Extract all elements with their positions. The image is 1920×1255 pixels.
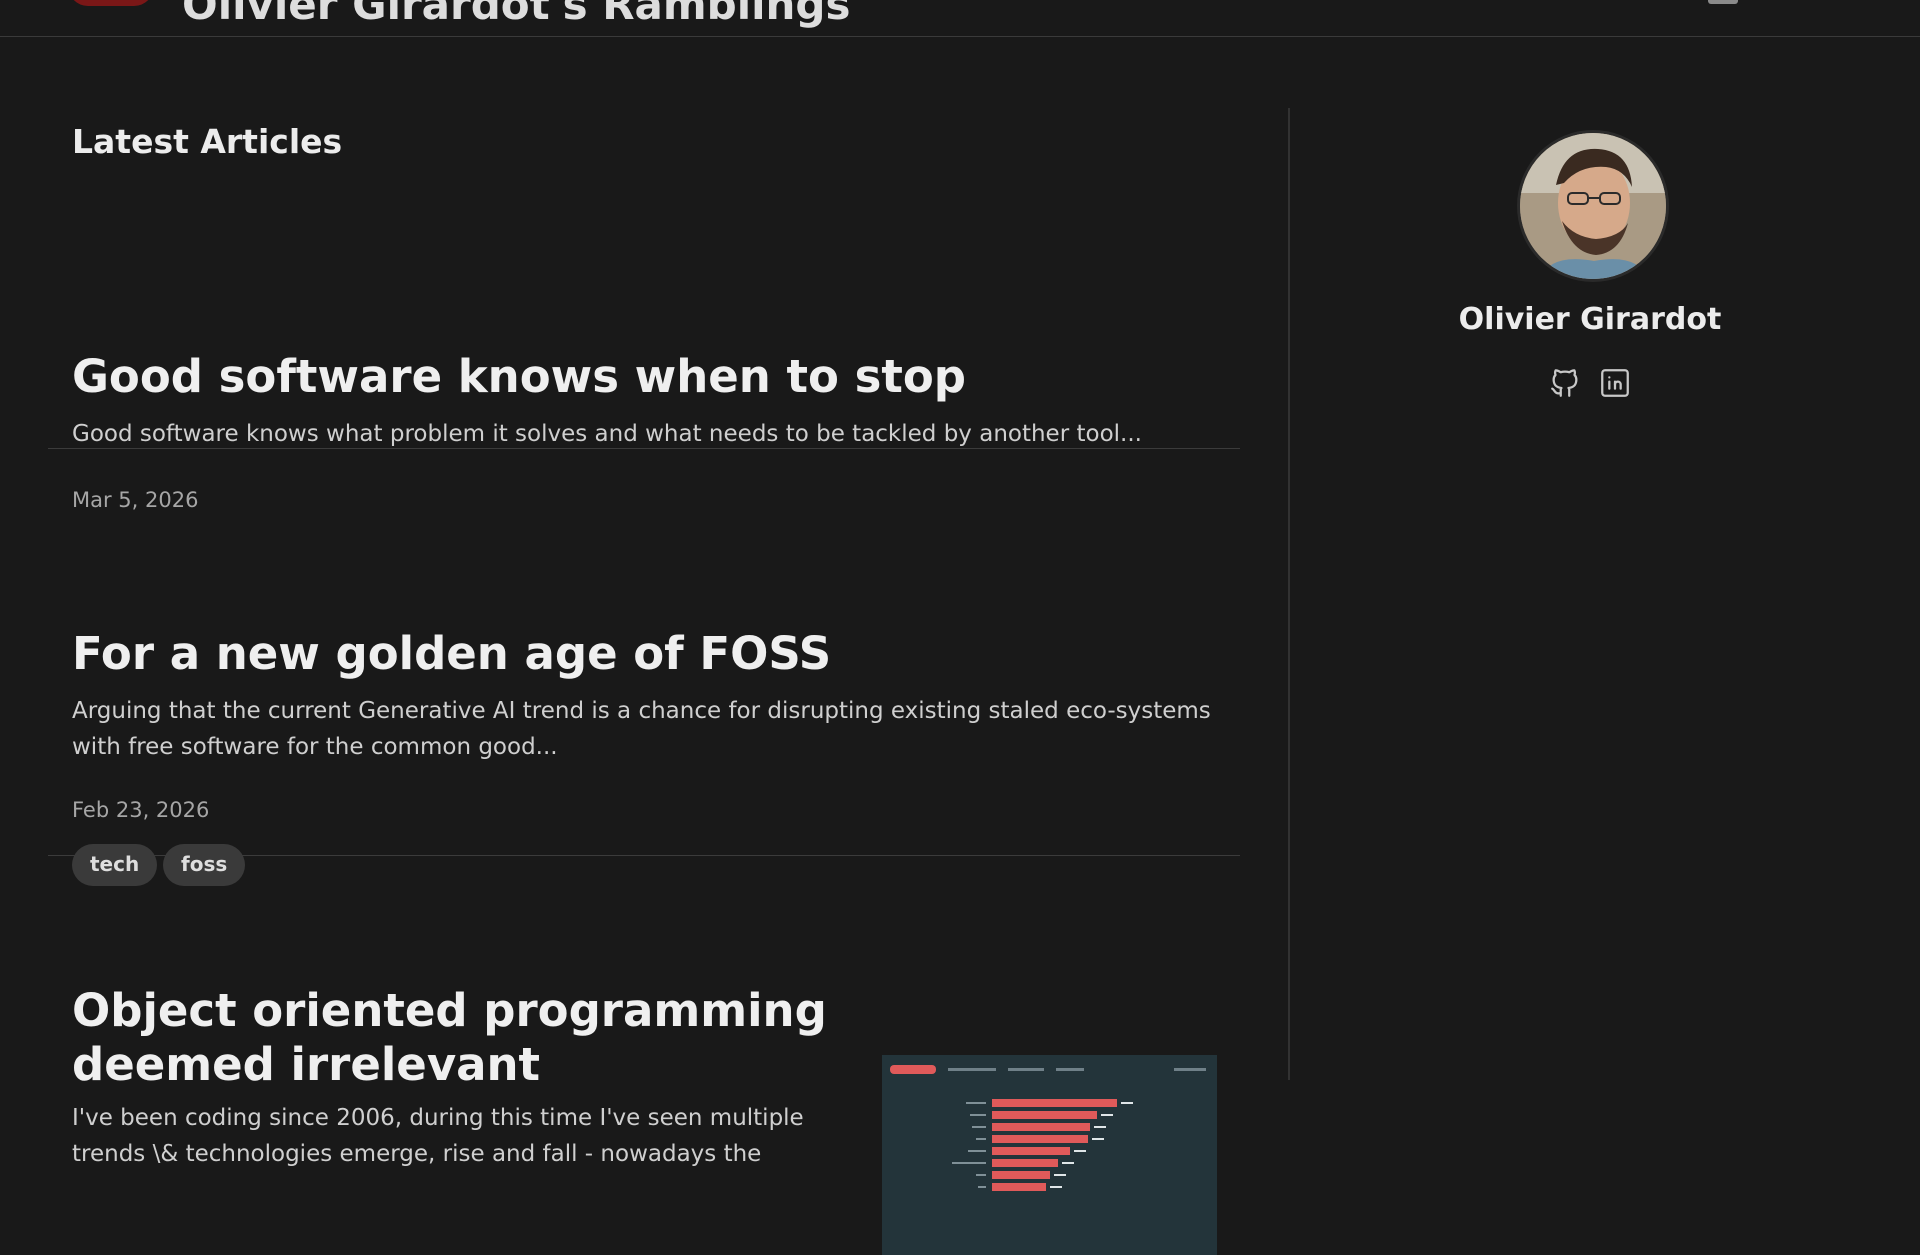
menu-icon[interactable]	[1708, 0, 1738, 4]
column-divider	[1288, 108, 1290, 1080]
github-icon[interactable]	[1548, 366, 1582, 400]
article-summary-line-2: with free software for the common good..…	[72, 734, 558, 760]
site-header: Olivier Girardot's Ramblings	[0, 0, 1920, 37]
article-card[interactable]: For a new golden age of FOSS Arguing tha…	[48, 498, 1240, 886]
article-summary-line-1: I've been coding since 2006, during this…	[72, 1105, 804, 1131]
article-summary-line-1: Arguing that the current Generative AI t…	[72, 698, 1211, 724]
author-name: Olivier Girardot	[1458, 302, 1722, 337]
article-card[interactable]: Good software knows when to stop Good so…	[48, 222, 1240, 512]
article-date: Feb 23, 2026	[72, 798, 210, 822]
article-title[interactable]: For a new golden age of FOSS	[72, 627, 831, 681]
article-summary: Good software knows what problem it solv…	[72, 421, 1142, 447]
article-title[interactable]: Good software knows when to stop	[72, 350, 966, 404]
site-logo[interactable]	[68, 0, 154, 6]
article-thumbnail[interactable]	[882, 1055, 1217, 1255]
site-title[interactable]: Olivier Girardot's Ramblings	[182, 0, 850, 26]
article-title-line-2[interactable]: deemed irrelevant	[72, 1038, 540, 1092]
avatar-photo	[1520, 133, 1666, 279]
thumbnail-chart-image	[890, 1065, 1206, 1191]
linkedin-icon[interactable]	[1598, 366, 1632, 400]
section-title: Latest Articles	[72, 122, 343, 161]
article-summary-line-2: trends \& technologies emerge, rise and …	[72, 1141, 762, 1167]
avatar	[1517, 130, 1669, 282]
article-card[interactable]: Object oriented programming deemed irrel…	[48, 855, 1240, 1255]
article-title-line-1[interactable]: Object oriented programming	[72, 984, 827, 1038]
